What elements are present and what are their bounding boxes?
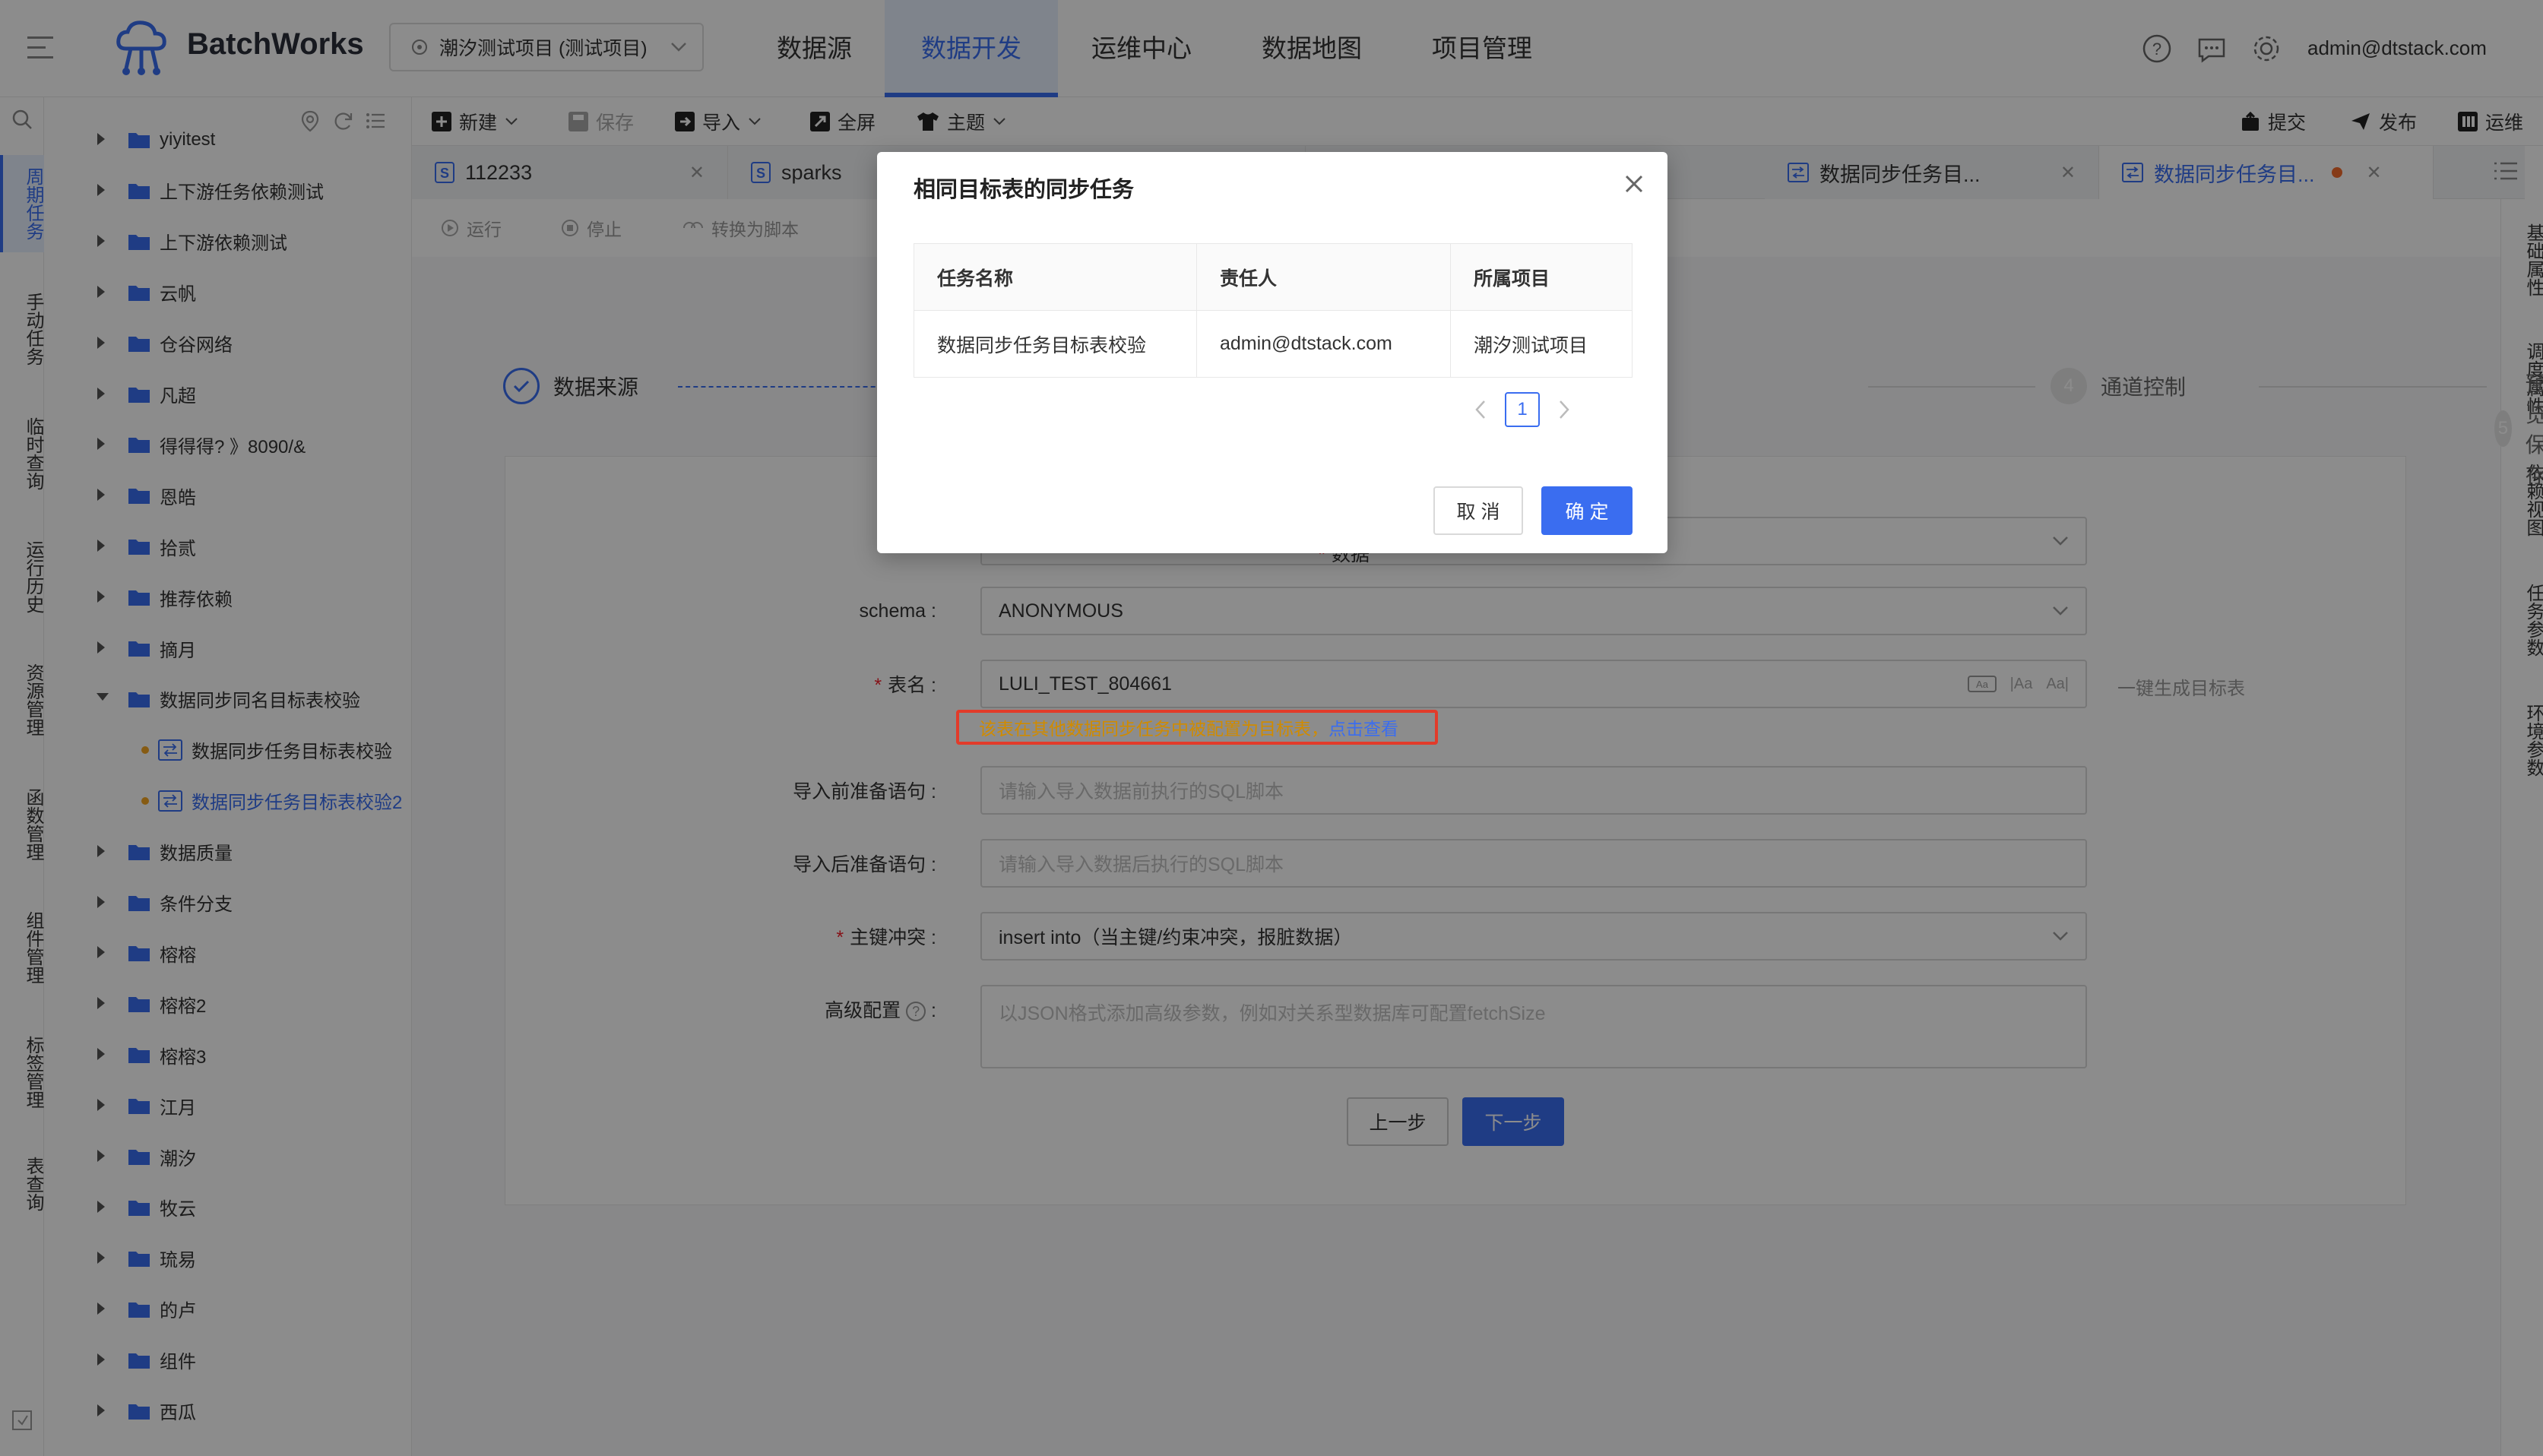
chevron-right-icon[interactable] [1558,400,1570,419]
chevron-left-icon[interactable] [1474,400,1487,419]
cancel-button[interactable]: 取 消 [1433,486,1523,535]
task-name-cell: 数据同步任务目标表校验 [914,310,1197,378]
view-link[interactable]: 点击查看 [1329,714,1398,740]
page-number[interactable]: 1 [1505,392,1540,427]
project-cell: 潮汐测试项目 [1450,310,1633,378]
target-table-warning: 该表在其他数据同步任务中被配置为目标表， 点击查看 [956,710,1438,745]
owner-cell: admin@dtstack.com [1196,310,1451,378]
same-target-tasks-modal: 相同目标表的同步任务 任务名称 责任人 所属项目 数据同步任务目标表校验 adm… [877,152,1667,553]
modal-title: 相同目标表的同步任务 [914,178,1135,202]
column-header: 所属项目 [1450,243,1633,311]
ok-button[interactable]: 确 定 [1541,486,1633,535]
tasks-table: 任务名称 责任人 所属项目 数据同步任务目标表校验 admin@dtstack.… [914,243,1633,378]
column-header: 任务名称 [914,243,1197,311]
close-icon[interactable] [1619,169,1649,199]
pagination: 1 [1474,392,1570,427]
table-row: 数据同步任务目标表校验 admin@dtstack.com 潮汐测试项目 [914,310,1633,378]
column-header: 责任人 [1196,243,1451,311]
